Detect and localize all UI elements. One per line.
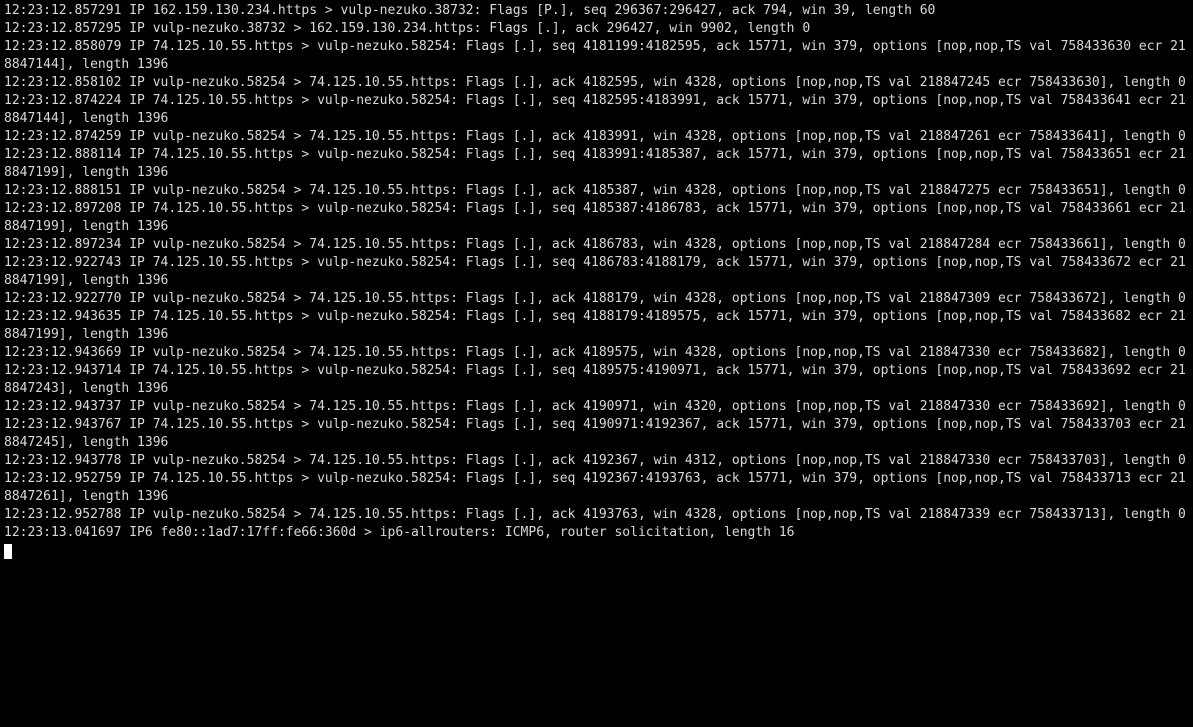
tcpdump-lines: 12:23:12.857291 IP 162.159.130.234.https… xyxy=(4,3,1186,540)
terminal-output[interactable]: 12:23:12.857291 IP 162.159.130.234.https… xyxy=(0,0,1193,563)
terminal-cursor xyxy=(4,544,12,559)
